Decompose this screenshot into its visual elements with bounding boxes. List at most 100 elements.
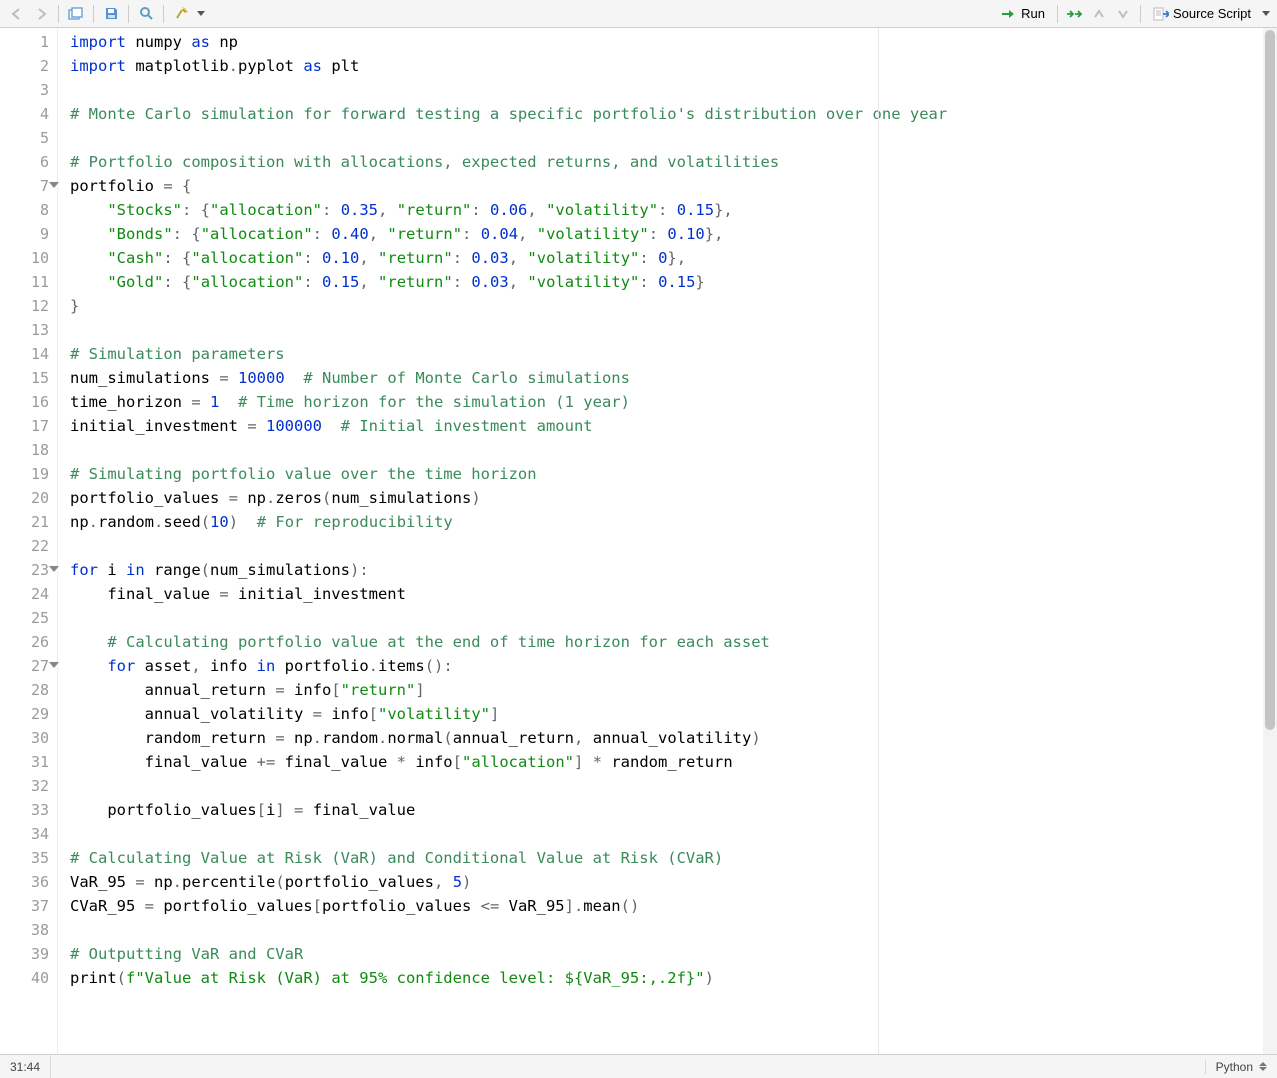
line-number[interactable]: 23 xyxy=(0,558,57,582)
code-line[interactable]: "Bonds": {"allocation": 0.40, "return": … xyxy=(70,222,1277,246)
code-line[interactable]: # Simulation parameters xyxy=(70,342,1277,366)
code-line[interactable]: time_horizon = 1 # Time horizon for the … xyxy=(70,390,1277,414)
code-line[interactable]: } xyxy=(70,294,1277,318)
line-number[interactable]: 33 xyxy=(0,798,57,822)
code-line[interactable]: print(f"Value at Risk (VaR) at 95% confi… xyxy=(70,966,1277,990)
line-number[interactable]: 22 xyxy=(0,534,57,558)
line-number[interactable]: 11 xyxy=(0,270,57,294)
line-number[interactable]: 27 xyxy=(0,654,57,678)
code-line[interactable]: # Monte Carlo simulation for forward tes… xyxy=(70,102,1277,126)
line-number[interactable]: 2 xyxy=(0,54,57,78)
line-number-gutter[interactable]: 1234567891011121314151617181920212223242… xyxy=(0,28,58,1054)
go-to-prev-section-button[interactable] xyxy=(1088,3,1110,25)
scrollbar-thumb[interactable] xyxy=(1265,30,1275,730)
code-line[interactable]: final_value = initial_investment xyxy=(70,582,1277,606)
code-line[interactable]: # Portfolio composition with allocations… xyxy=(70,150,1277,174)
line-number[interactable]: 8 xyxy=(0,198,57,222)
code-line[interactable] xyxy=(70,318,1277,342)
go-to-next-section-button[interactable] xyxy=(1112,3,1134,25)
code-line[interactable] xyxy=(70,822,1277,846)
code-content[interactable]: import numpy as npimport matplotlib.pypl… xyxy=(58,28,1277,990)
code-line[interactable]: portfolio_values = np.zeros(num_simulati… xyxy=(70,486,1277,510)
line-number[interactable]: 14 xyxy=(0,342,57,366)
code-line[interactable]: # Calculating Value at Risk (VaR) and Co… xyxy=(70,846,1277,870)
code-line[interactable]: portfolio = { xyxy=(70,174,1277,198)
line-number[interactable]: 34 xyxy=(0,822,57,846)
line-number[interactable]: 21 xyxy=(0,510,57,534)
line-number[interactable]: 35 xyxy=(0,846,57,870)
code-line[interactable]: num_simulations = 10000 # Number of Mont… xyxy=(70,366,1277,390)
line-number[interactable]: 24 xyxy=(0,582,57,606)
line-number[interactable]: 12 xyxy=(0,294,57,318)
line-number[interactable]: 40 xyxy=(0,966,57,990)
source-script-button[interactable]: Source Script xyxy=(1147,3,1257,25)
save-button[interactable] xyxy=(100,3,122,25)
line-number[interactable]: 31 xyxy=(0,750,57,774)
code-line[interactable]: annual_volatility = info["volatility"] xyxy=(70,702,1277,726)
code-line[interactable] xyxy=(70,438,1277,462)
show-in-new-window-button[interactable] xyxy=(65,3,87,25)
code-line[interactable]: "Gold": {"allocation": 0.15, "return": 0… xyxy=(70,270,1277,294)
code-tools-button[interactable] xyxy=(170,3,192,25)
line-number[interactable]: 29 xyxy=(0,702,57,726)
line-number[interactable]: 7 xyxy=(0,174,57,198)
find-replace-button[interactable] xyxy=(135,3,157,25)
code-line[interactable]: "Cash": {"allocation": 0.10, "return": 0… xyxy=(70,246,1277,270)
code-line[interactable]: # Calculating portfolio value at the end… xyxy=(70,630,1277,654)
line-number[interactable]: 13 xyxy=(0,318,57,342)
vertical-scrollbar[interactable] xyxy=(1263,28,1277,1054)
code-line[interactable]: np.random.seed(10) # For reproducibility xyxy=(70,510,1277,534)
line-number[interactable]: 16 xyxy=(0,390,57,414)
code-line[interactable]: for asset, info in portfolio.items(): xyxy=(70,654,1277,678)
line-number[interactable]: 28 xyxy=(0,678,57,702)
line-number[interactable]: 20 xyxy=(0,486,57,510)
rerun-button[interactable] xyxy=(1064,3,1086,25)
code-line[interactable]: import matplotlib.pyplot as plt xyxy=(70,54,1277,78)
nav-back-button[interactable] xyxy=(6,3,28,25)
line-number[interactable]: 4 xyxy=(0,102,57,126)
line-number[interactable]: 17 xyxy=(0,414,57,438)
line-number[interactable]: 3 xyxy=(0,78,57,102)
code-line[interactable] xyxy=(70,126,1277,150)
source-script-dropdown[interactable] xyxy=(1259,3,1271,25)
code-line[interactable]: "Stocks": {"allocation": 0.35, "return":… xyxy=(70,198,1277,222)
code-line[interactable]: final_value += final_value * info["alloc… xyxy=(70,750,1277,774)
code-line[interactable]: initial_investment = 100000 # Initial in… xyxy=(70,414,1277,438)
code-tools-dropdown[interactable] xyxy=(194,3,206,25)
line-number[interactable]: 15 xyxy=(0,366,57,390)
line-number[interactable]: 26 xyxy=(0,630,57,654)
code-line[interactable]: random_return = np.random.normal(annual_… xyxy=(70,726,1277,750)
line-number[interactable]: 38 xyxy=(0,918,57,942)
code-line[interactable] xyxy=(70,918,1277,942)
line-number[interactable]: 25 xyxy=(0,606,57,630)
code-line[interactable]: # Simulating portfolio value over the ti… xyxy=(70,462,1277,486)
line-number[interactable]: 6 xyxy=(0,150,57,174)
line-number[interactable]: 10 xyxy=(0,246,57,270)
code-line[interactable] xyxy=(70,606,1277,630)
line-number[interactable]: 19 xyxy=(0,462,57,486)
cursor-position[interactable]: 31:44 xyxy=(0,1055,51,1078)
run-button[interactable]: Run xyxy=(995,3,1051,25)
nav-forward-button[interactable] xyxy=(30,3,52,25)
line-number[interactable]: 9 xyxy=(0,222,57,246)
code-line[interactable] xyxy=(70,534,1277,558)
language-selector[interactable]: Python xyxy=(1205,1060,1277,1074)
line-number[interactable]: 30 xyxy=(0,726,57,750)
code-line[interactable]: VaR_95 = np.percentile(portfolio_values,… xyxy=(70,870,1277,894)
code-line[interactable]: portfolio_values[i] = final_value xyxy=(70,798,1277,822)
line-number[interactable]: 1 xyxy=(0,30,57,54)
line-number[interactable]: 37 xyxy=(0,894,57,918)
line-number[interactable]: 36 xyxy=(0,870,57,894)
line-number[interactable]: 18 xyxy=(0,438,57,462)
code-line[interactable]: import numpy as np xyxy=(70,30,1277,54)
code-line[interactable]: for i in range(num_simulations): xyxy=(70,558,1277,582)
code-line[interactable] xyxy=(70,774,1277,798)
code-line[interactable]: # Outputting VaR and CVaR xyxy=(70,942,1277,966)
code-line[interactable]: annual_return = info["return"] xyxy=(70,678,1277,702)
code-line[interactable]: CVaR_95 = portfolio_values[portfolio_val… xyxy=(70,894,1277,918)
line-number[interactable]: 5 xyxy=(0,126,57,150)
code-line[interactable] xyxy=(70,78,1277,102)
line-number[interactable]: 32 xyxy=(0,774,57,798)
line-number[interactable]: 39 xyxy=(0,942,57,966)
code-area[interactable]: import numpy as npimport matplotlib.pypl… xyxy=(58,28,1277,1054)
